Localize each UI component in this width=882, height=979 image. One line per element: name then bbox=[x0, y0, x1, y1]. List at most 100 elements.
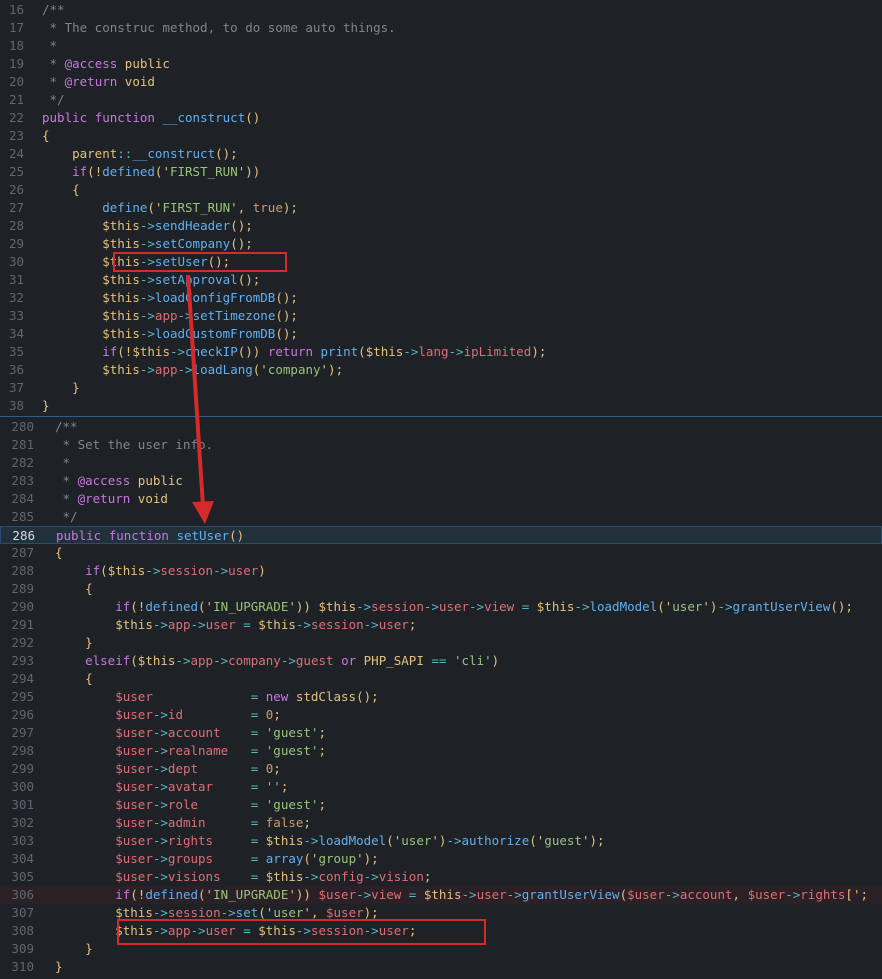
editor-pane-setuser[interactable]: 280 /** 281 * Set the user info. 282 * 283 *… bbox=[0, 416, 882, 979]
code-token: account bbox=[679, 887, 733, 902]
code-token: guest bbox=[544, 833, 582, 848]
code-token: $this bbox=[102, 362, 140, 377]
code-line[interactable]: 28 $this->sendHeader(); bbox=[0, 217, 882, 235]
line-number: 19 bbox=[8, 56, 24, 71]
code-line[interactable]: 294 { bbox=[0, 670, 882, 688]
code-line[interactable]: 18 * bbox=[0, 37, 882, 55]
code-token: ') bbox=[431, 833, 447, 848]
line-number: 280 bbox=[11, 419, 34, 434]
code-token: /** bbox=[55, 419, 78, 434]
code-token: ; bbox=[318, 743, 326, 758]
code-line[interactable]: 27 define('FIRST_RUN', true); bbox=[0, 199, 882, 217]
code-text: public function setUser() bbox=[56, 527, 244, 545]
code-line[interactable]: 301 $user->role = 'guest'; bbox=[0, 796, 882, 814]
code-line[interactable]: 37 } bbox=[0, 379, 882, 397]
code-text: if($this->session->user) bbox=[55, 562, 266, 580]
code-line[interactable]: 31 $this->setApproval(); bbox=[0, 271, 882, 289]
code-token: -> bbox=[152, 617, 168, 632]
code-line[interactable]: 302 $user->admin = false; bbox=[0, 814, 882, 832]
code-line[interactable]: 34 $this->loadCustomFromDB(); bbox=[0, 325, 882, 343]
code-line[interactable]: 285 */ bbox=[0, 508, 882, 526]
code-token: void bbox=[130, 491, 168, 506]
code-text: /** bbox=[42, 1, 65, 19]
code-line[interactable]: 23 { bbox=[0, 127, 882, 145]
line-number: 38 bbox=[8, 398, 24, 413]
line-number: 36 bbox=[8, 362, 24, 377]
line-number: 296 bbox=[11, 707, 34, 722]
code-token: $user bbox=[115, 869, 153, 884]
code-line[interactable]: 293 elseif($this->app->company->guest or… bbox=[0, 652, 882, 670]
code-token: $this bbox=[258, 617, 296, 632]
code-line[interactable]: 298 $user->realname = 'guest'; bbox=[0, 742, 882, 760]
code-token: if bbox=[115, 599, 131, 614]
code-token: * The construc method, to do some auto t… bbox=[49, 20, 396, 35]
code-line[interactable]: 16 /** bbox=[0, 1, 882, 19]
code-line[interactable]: 36 $this->app->loadLang('company'); bbox=[0, 361, 882, 379]
code-line[interactable]: 26 { bbox=[0, 181, 882, 199]
code-line[interactable]: 291 $this->app->user = $this->session->u… bbox=[0, 616, 882, 634]
code-line[interactable]: 296 $user->id = 0; bbox=[0, 706, 882, 724]
code-line[interactable]: 310} bbox=[0, 958, 882, 976]
code-token: stdClass bbox=[295, 689, 357, 704]
line-number: 303 bbox=[11, 833, 34, 848]
code-token: = bbox=[152, 689, 266, 704]
code-token: setApproval bbox=[154, 272, 238, 287]
code-token: admin bbox=[167, 815, 206, 830]
code-token: ; bbox=[423, 869, 432, 884]
code-token: $this bbox=[102, 326, 140, 341]
code-line[interactable]: 21 */ bbox=[0, 91, 882, 109]
code-line[interactable]: 299 $user->dept = 0; bbox=[0, 760, 882, 778]
code-line[interactable]: 282 * bbox=[0, 454, 882, 472]
code-line[interactable]: 32 $this->loadConfigFromDB(); bbox=[0, 289, 882, 307]
code-token: * bbox=[49, 38, 58, 53]
code-line[interactable]: 33 $this->app->setTimezone(); bbox=[0, 307, 882, 325]
code-token: '); bbox=[581, 833, 605, 848]
code-line[interactable]: 288 if($this->session->user) bbox=[0, 562, 882, 580]
code-line[interactable]: 29 $this->setCompany(); bbox=[0, 235, 882, 253]
code-line[interactable]: 290 if(!defined('IN_UPGRADE')) $this->se… bbox=[0, 598, 882, 616]
code-line[interactable]: 305 $user->visions = $this->config->visi… bbox=[0, 868, 882, 886]
code-token: (' bbox=[303, 851, 319, 866]
code-token: () bbox=[245, 110, 261, 125]
code-line[interactable]: 20 * @return void bbox=[0, 73, 882, 91]
code-line[interactable]: 289 { bbox=[0, 580, 882, 598]
line-number: 286 bbox=[12, 528, 35, 543]
code-line[interactable]: 295 $user = new stdClass(); bbox=[0, 688, 882, 706]
code-token: dept bbox=[167, 761, 199, 776]
code-line[interactable]: 284 * @return void bbox=[0, 490, 882, 508]
code-token: $this bbox=[365, 344, 404, 359]
code-line[interactable]: 283 * @access public bbox=[0, 472, 882, 490]
code-line[interactable]: 292 } bbox=[0, 634, 882, 652]
editor-pane-construct[interactable]: 16 /** 17 * The construc method, to do som… bbox=[0, 0, 882, 416]
code-line[interactable]: 22 public function __construct() bbox=[0, 109, 882, 127]
code-token: -> bbox=[363, 617, 379, 632]
code-text: $this->sendHeader(); bbox=[42, 217, 253, 235]
code-line[interactable]: 24 parent::__construct(); bbox=[0, 145, 882, 163]
code-line[interactable]: 38} bbox=[0, 397, 882, 415]
code-line[interactable]: 287 { bbox=[0, 544, 882, 562]
code-token: ') bbox=[702, 599, 718, 614]
code-token: if bbox=[85, 563, 101, 578]
code-line[interactable]: 17 * The construc method, to do some aut… bbox=[0, 19, 882, 37]
code-line[interactable]: 25 if(!defined('FIRST_RUN')) bbox=[0, 163, 882, 181]
code-line[interactable]: 304 $user->groups = array('group'); bbox=[0, 850, 882, 868]
code-text: $this->app->loadLang('company'); bbox=[42, 361, 343, 379]
code-token: -> bbox=[152, 725, 168, 740]
code-line[interactable]: 306 if(!defined('IN_UPGRADE')) $user->vi… bbox=[0, 886, 882, 904]
code-token: define bbox=[102, 200, 148, 215]
code-token: (' bbox=[386, 833, 402, 848]
line-number: 34 bbox=[8, 326, 24, 341]
code-line[interactable]: 280 /** bbox=[0, 418, 882, 436]
code-line[interactable]: 19 * @access public bbox=[0, 55, 882, 73]
code-line[interactable]: 281 * Set the user info. bbox=[0, 436, 882, 454]
code-line[interactable]: 300 $user->avatar = ''; bbox=[0, 778, 882, 796]
code-token: * bbox=[62, 455, 71, 470]
line-number: 32 bbox=[8, 290, 24, 305]
line-number: 27 bbox=[8, 200, 24, 215]
code-line[interactable]: 297 $user->account = 'guest'; bbox=[0, 724, 882, 742]
code-token: user bbox=[438, 599, 470, 614]
code-line[interactable]: 303 $user->rights = $this->loadModel('us… bbox=[0, 832, 882, 850]
code-line[interactable]: 35 if(!$this->checkIP()) return print($t… bbox=[0, 343, 882, 361]
code-line[interactable]: 286 public function setUser() bbox=[0, 526, 882, 544]
